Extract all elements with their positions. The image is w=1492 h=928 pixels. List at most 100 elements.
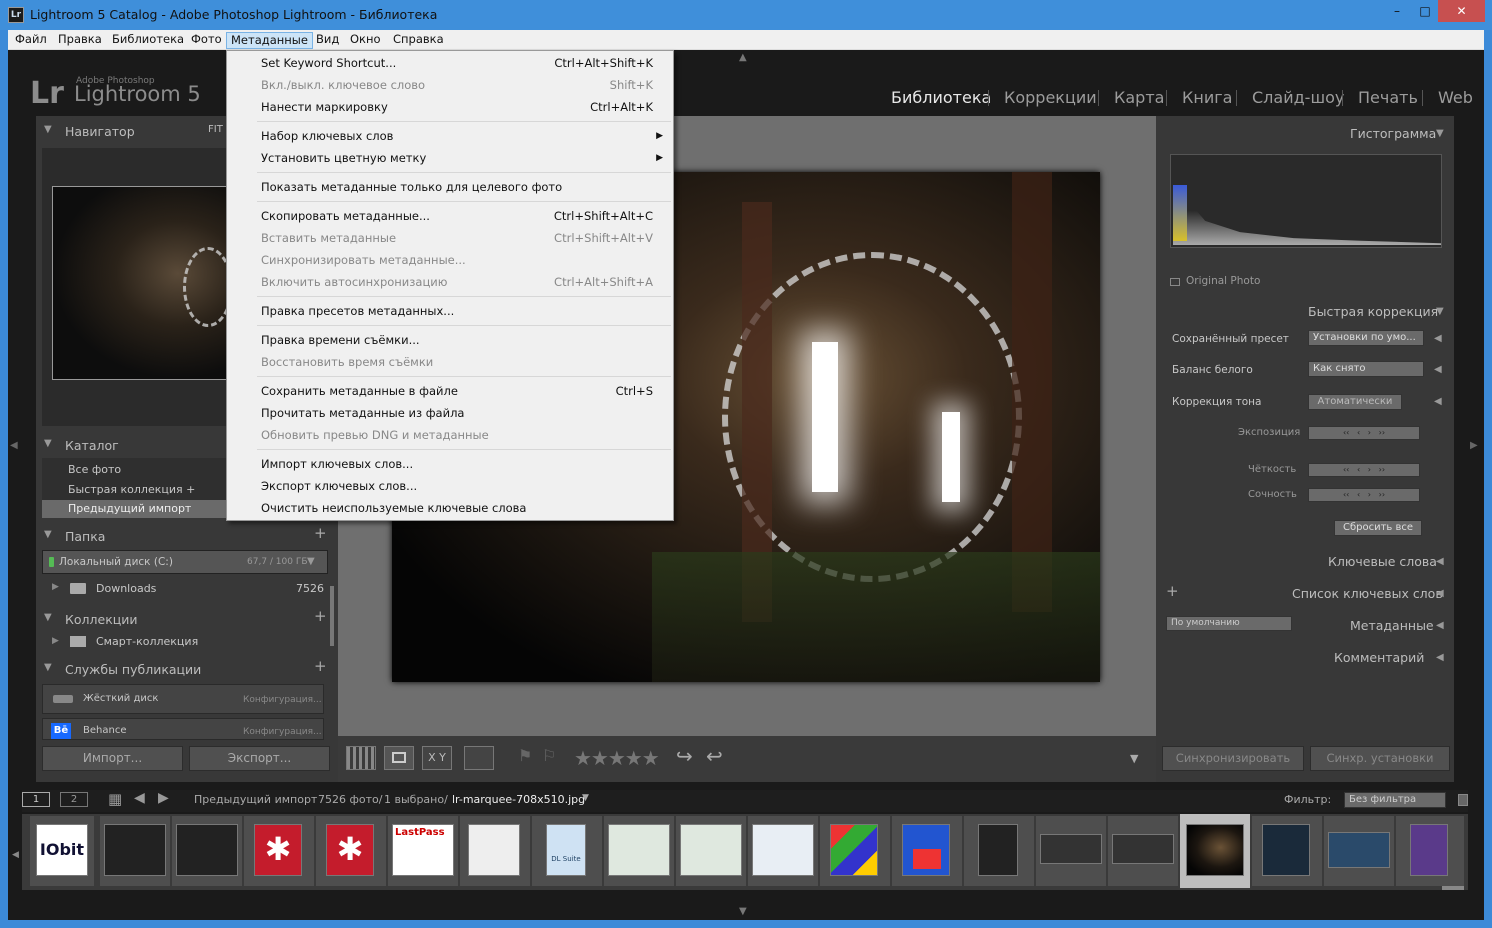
menu-photo[interactable]: Фото: [187, 32, 226, 49]
current-file[interactable]: lr-marquee-708x510.jpg: [452, 793, 585, 806]
forward-arrow-icon[interactable]: ▶: [158, 790, 169, 806]
menu-item[interactable]: Синхронизировать метаданные...: [261, 249, 466, 271]
right-panel-toggle-icon[interactable]: ▶: [1470, 440, 1478, 451]
thumb-cell[interactable]: [1396, 816, 1464, 886]
menu-item[interactable]: Показать метаданные только для целевого …: [261, 176, 562, 198]
menu-item[interactable]: Набор ключевых слов: [261, 125, 393, 147]
thumb-cell[interactable]: [964, 816, 1034, 886]
expand-icon[interactable]: ▶: [52, 636, 59, 646]
thumb-cell[interactable]: [892, 816, 962, 886]
rotate-left-icon[interactable]: ↪: [676, 744, 693, 768]
expand-icon[interactable]: ▶: [52, 582, 59, 592]
toolbar-options-icon[interactable]: ▼: [1130, 752, 1138, 765]
survey-icon[interactable]: [464, 746, 494, 770]
thumb-cell[interactable]: IObit: [30, 816, 94, 886]
filter-lock-icon[interactable]: [1458, 794, 1468, 806]
sync-settings-button[interactable]: Синхр. установки: [1310, 746, 1450, 771]
publish-hard-drive[interactable]: Жёсткий диск Конфигурация...: [42, 684, 324, 714]
back-arrow-icon[interactable]: ◀: [134, 790, 145, 806]
grid-icon[interactable]: [346, 746, 376, 770]
left-scrollbar[interactable]: [330, 586, 334, 646]
thumb-cell[interactable]: [1108, 816, 1178, 886]
bottom-panel-toggle-icon[interactable]: ▼: [739, 906, 747, 917]
module-library[interactable]: Библиотека: [891, 88, 991, 107]
publish-title[interactable]: Службы публикации: [65, 662, 201, 677]
menu-item[interactable]: Включить автосинхронизацию: [261, 271, 447, 293]
secondary-window-button[interactable]: 2: [60, 792, 88, 807]
thumb-cell[interactable]: [676, 816, 746, 886]
navigator-title[interactable]: Навигатор: [65, 124, 135, 139]
comments-title[interactable]: Комментарий: [1334, 650, 1424, 665]
loupe-icon[interactable]: [384, 746, 414, 770]
grid-icon[interactable]: ▦: [108, 790, 122, 808]
rotate-right-icon[interactable]: ↩: [706, 744, 723, 768]
thumb-cell[interactable]: [820, 816, 890, 886]
add-folder-icon[interactable]: +: [314, 524, 327, 542]
menu-item[interactable]: Нанести маркировку: [261, 96, 388, 118]
vibrance-stepper[interactable]: ‹‹ ‹ › ››: [1308, 488, 1420, 502]
module-develop[interactable]: Коррекции: [1004, 88, 1097, 107]
menu-item[interactable]: Восстановить время съёмки: [261, 351, 433, 373]
collapse-icon[interactable]: ▼: [44, 612, 52, 623]
filmstrip-left-arrow-icon[interactable]: ◀: [12, 850, 19, 860]
filter-select[interactable]: Без фильтра: [1344, 792, 1446, 808]
collection-name[interactable]: Смарт-коллекция: [96, 635, 198, 648]
collapse-icon[interactable]: ▼: [44, 438, 52, 449]
thumb-cell[interactable]: [1324, 816, 1394, 886]
flag-icon[interactable]: ⚑: [518, 746, 532, 765]
collapse-icon[interactable]: ▼: [44, 662, 52, 673]
keyword-list-title[interactable]: Список ключевых слов: [1292, 586, 1443, 601]
thumb-cell[interactable]: DL Suite: [532, 816, 602, 886]
top-panel-toggle-icon[interactable]: ▲: [739, 52, 747, 63]
menu-help[interactable]: Справка: [389, 32, 448, 49]
menu-item[interactable]: Установить цветную метку: [261, 147, 426, 169]
thumb-cell[interactable]: [604, 816, 674, 886]
metadata-preset-select[interactable]: По умолчанию: [1166, 616, 1292, 631]
thumb-cell[interactable]: ✱: [316, 816, 386, 886]
menu-item[interactable]: Сохранить метаданные в файле: [261, 380, 458, 402]
collapse-icon[interactable]: ▼: [44, 124, 52, 135]
menu-item[interactable]: Обновить превью DNG и метаданные: [261, 424, 489, 446]
publish-hd-config[interactable]: Конфигурация...: [243, 695, 322, 705]
auto-tone-button[interactable]: Атоматически: [1308, 394, 1402, 410]
keywording-title[interactable]: Ключевые слова: [1328, 554, 1437, 569]
menu-library[interactable]: Библиотека: [108, 32, 188, 49]
quick-develop-title[interactable]: Быстрая коррекция: [1308, 304, 1438, 319]
module-slideshow[interactable]: Слайд-шоу: [1252, 88, 1344, 107]
reset-all-button[interactable]: Сбросить все: [1334, 520, 1422, 536]
expand-left-icon[interactable]: ◀: [1436, 588, 1444, 599]
expand-left-icon[interactable]: ◀: [1436, 620, 1444, 631]
minimize-button[interactable]: –: [1382, 0, 1412, 22]
maximize-button[interactable]: □: [1412, 0, 1438, 22]
menu-item[interactable]: Вкл./выкл. ключевое слово: [261, 74, 425, 96]
expand-left-icon[interactable]: ◀: [1436, 652, 1444, 663]
collapse-icon[interactable]: ▼: [1436, 128, 1444, 139]
export-button[interactable]: Экспорт...: [189, 746, 330, 771]
filmstrip-scrollbar[interactable]: [1442, 886, 1464, 890]
expand-left-icon[interactable]: ◀: [1434, 364, 1442, 375]
wb-select[interactable]: Как снято: [1308, 361, 1424, 377]
menu-item[interactable]: Правка пресетов метаданных...: [261, 300, 454, 322]
dropdown-icon[interactable]: ▼: [582, 793, 589, 803]
thumb-cell[interactable]: [100, 816, 170, 886]
checkbox[interactable]: [1170, 278, 1180, 286]
module-map[interactable]: Карта: [1114, 88, 1164, 107]
add-collection-icon[interactable]: +: [314, 607, 327, 625]
collapse-icon[interactable]: ▼: [44, 529, 52, 540]
close-button[interactable]: ✕: [1438, 0, 1485, 22]
thumb-cell[interactable]: ✱: [244, 816, 314, 886]
metadata-title[interactable]: Метаданные: [1350, 618, 1434, 633]
expand-left-icon[interactable]: ◀: [1434, 333, 1442, 344]
menu-item[interactable]: Скопировать метаданные...: [261, 205, 430, 227]
import-button[interactable]: Импорт...: [42, 746, 183, 771]
navigator-thumbnail[interactable]: [52, 186, 233, 380]
expand-left-icon[interactable]: ◀: [1434, 396, 1442, 407]
menu-item[interactable]: Вставить метаданные: [261, 227, 396, 249]
disk-row[interactable]: Локальный диск (C:) 67,7 / 100 ГБ ▼: [42, 550, 328, 574]
sync-button[interactable]: Синхронизировать: [1162, 746, 1304, 771]
add-publish-icon[interactable]: +: [314, 657, 327, 675]
star-rating[interactable]: ★★★★★: [574, 746, 660, 770]
catalog-title[interactable]: Каталог: [65, 438, 119, 453]
catalog-item[interactable]: Все фото: [68, 463, 121, 476]
folder-name[interactable]: Downloads: [96, 582, 156, 595]
